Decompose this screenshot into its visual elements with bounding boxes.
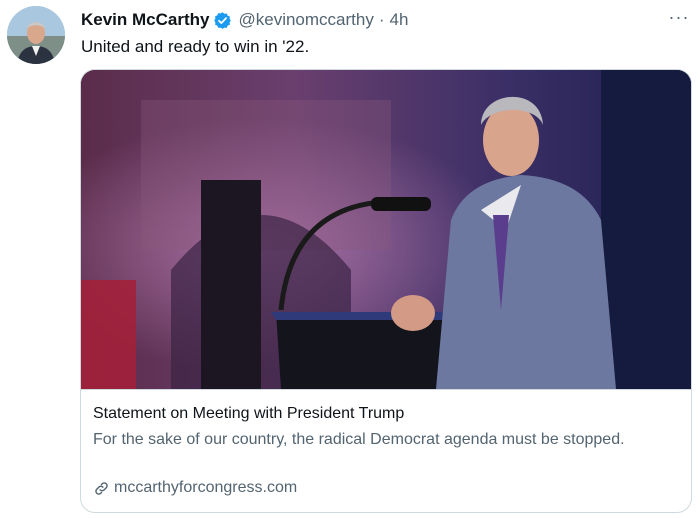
tweet-text: United and ready to win in '22. [81, 37, 310, 56]
author-name[interactable]: Kevin McCarthy [81, 10, 209, 30]
card-divider [81, 389, 691, 390]
link-icon [95, 481, 108, 495]
more-options-icon[interactable]: ··· [668, 8, 690, 30]
card-domain: mccarthyforcongress.com [93, 479, 297, 497]
card-title: Statement on Meeting with President Trum… [93, 405, 405, 422]
card-domain-text: mccarthyforcongress.com [114, 479, 298, 496]
verified-badge-icon [214, 11, 232, 29]
separator-dot: · [378, 10, 385, 29]
card-image [81, 70, 691, 389]
avatar[interactable] [7, 6, 65, 64]
tweet: Kevin McCarthy @kevinomccarthy · 4h ··· … [0, 0, 700, 518]
author-handle[interactable]: @kevinomccarthy [238, 10, 373, 30]
tweet-timestamp[interactable]: 4h [390, 10, 409, 30]
card-description: For the sake of our country, the radical… [93, 431, 625, 448]
tweet-header: Kevin McCarthy @kevinomccarthy · 4h [81, 9, 408, 31]
avatar-image [7, 6, 65, 64]
link-preview-card[interactable]: Statement on Meeting with President Trum… [80, 69, 692, 513]
